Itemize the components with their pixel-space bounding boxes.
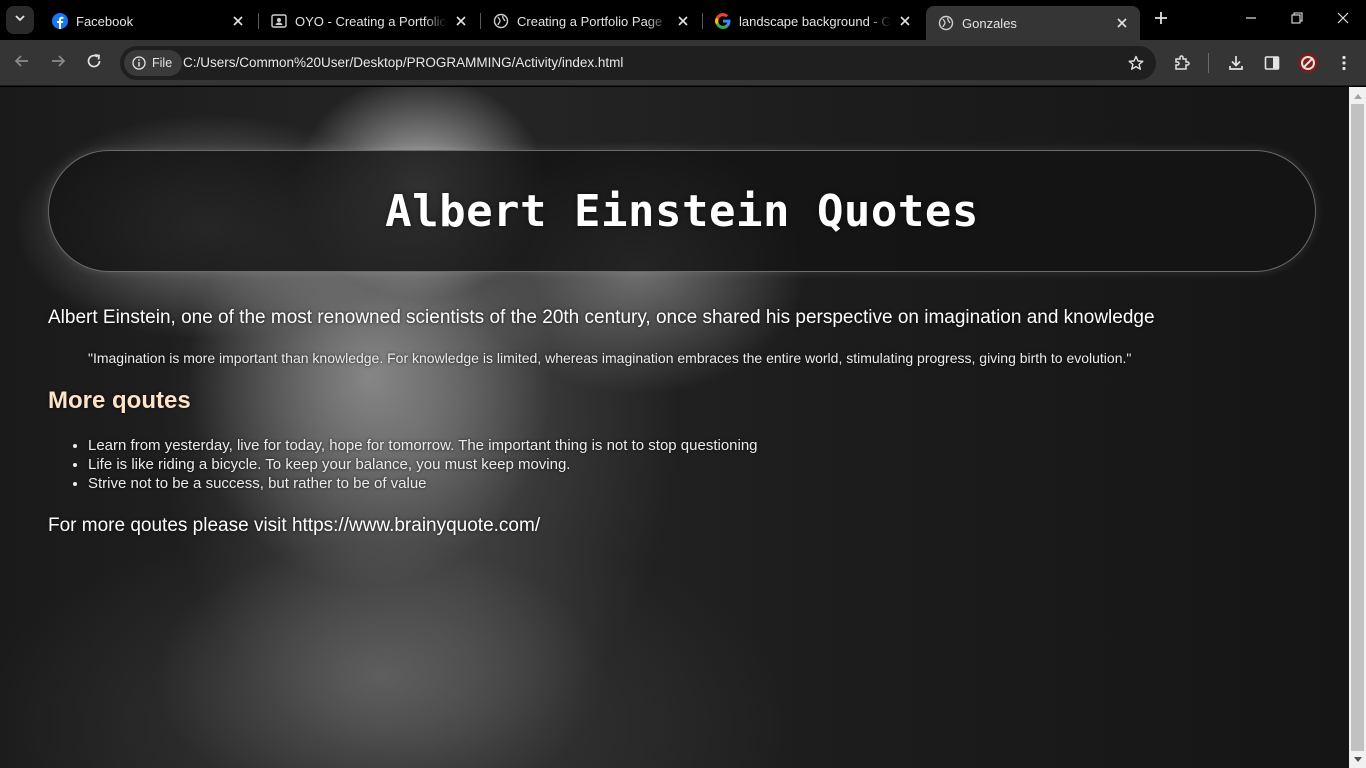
- reload-button[interactable]: [80, 49, 108, 77]
- restore-icon: [1291, 11, 1303, 29]
- scrollbar-thumb[interactable]: [1351, 104, 1364, 751]
- minimize-button[interactable]: [1228, 0, 1274, 40]
- list-item: Strive not to be a success, but rather t…: [88, 474, 758, 493]
- profile-avatar-icon[interactable]: [1296, 51, 1320, 75]
- classroom-icon: [271, 13, 287, 29]
- tab-gonzales[interactable]: Gonzales: [926, 6, 1140, 40]
- arrow-right-icon: [50, 53, 66, 74]
- tab-oyo[interactable]: OYO - Creating a Portfolio Page: [259, 6, 479, 36]
- tab-strip: Facebook OYO - Creating a Portfolio Page…: [0, 0, 1366, 40]
- more-quotes-heading: More qoutes: [48, 387, 191, 414]
- tab-portfolio[interactable]: Creating a Portfolio Page: [481, 6, 701, 36]
- page-viewport: Albert Einstein Quotes Albert Einstein, …: [0, 87, 1349, 768]
- quotes-list: Learn from yesterday, live for today, ho…: [88, 436, 758, 493]
- visit-link-paragraph: For more qoutes please visit https://www…: [48, 515, 541, 536]
- new-tab-button[interactable]: [1148, 7, 1174, 33]
- tab-title: OYO - Creating a Portfolio Page: [295, 13, 447, 29]
- browser-toolbar: File C:/Users/Common%20User/Desktop/PROG…: [0, 40, 1366, 86]
- info-icon: [132, 56, 146, 70]
- forward-button[interactable]: [44, 49, 72, 77]
- toolbar-divider: [1208, 53, 1209, 73]
- close-tab-icon[interactable]: [230, 13, 246, 29]
- extensions-icon[interactable]: [1170, 51, 1194, 75]
- chevron-down-icon: [14, 11, 26, 29]
- vertical-scrollbar[interactable]: [1349, 87, 1366, 768]
- tab-title: Gonzales: [962, 15, 1017, 31]
- list-item: Life is like riding a bicycle. To keep y…: [88, 455, 758, 474]
- page-title: Albert Einstein Quotes: [385, 185, 979, 237]
- close-tab-icon[interactable]: [675, 13, 691, 29]
- globe-icon: [938, 15, 954, 31]
- url-text[interactable]: C:/Users/Common%20User/Desktop/PROGRAMMI…: [183, 55, 623, 70]
- page-heading-box: Albert Einstein Quotes: [48, 150, 1316, 272]
- bookmark-star-icon[interactable]: [1126, 53, 1146, 73]
- scroll-up-arrow[interactable]: [1349, 87, 1366, 104]
- close-window-button[interactable]: [1320, 0, 1366, 40]
- close-tab-icon[interactable]: [1114, 15, 1130, 31]
- site-info-chip[interactable]: File: [124, 50, 183, 76]
- more-menu-icon[interactable]: [1332, 51, 1356, 75]
- back-button[interactable]: [8, 49, 36, 77]
- close-icon: [1337, 11, 1349, 29]
- close-tab-icon[interactable]: [453, 13, 469, 29]
- scroll-down-arrow[interactable]: [1349, 751, 1366, 768]
- close-tab-icon[interactable]: [897, 13, 913, 29]
- chip-label: File: [152, 56, 173, 70]
- arrow-left-icon: [14, 53, 30, 74]
- tab-facebook[interactable]: Facebook: [40, 6, 256, 36]
- intro-paragraph: Albert Einstein, one of the most renowne…: [48, 307, 1155, 328]
- google-icon: [715, 13, 731, 29]
- tab-title: Facebook: [76, 13, 134, 29]
- tab-title: Creating a Portfolio Page: [517, 13, 663, 29]
- address-bar[interactable]: File C:/Users/Common%20User/Desktop/PROG…: [120, 46, 1156, 80]
- download-icon[interactable]: [1224, 51, 1248, 75]
- reload-icon: [86, 53, 102, 74]
- list-item: Learn from yesterday, live for today, ho…: [88, 436, 758, 455]
- globe-icon: [493, 13, 509, 29]
- featured-quote: "Imagination is more important than know…: [88, 350, 1132, 366]
- tab-google-search[interactable]: landscape background - Google Search: [703, 6, 923, 36]
- plus-icon: [1154, 11, 1168, 30]
- minimize-icon: [1245, 11, 1257, 29]
- tab-search-button[interactable]: [6, 6, 34, 34]
- side-panel-icon[interactable]: [1260, 51, 1284, 75]
- tab-title: landscape background - Google Search: [739, 13, 891, 29]
- restore-button[interactable]: [1274, 0, 1320, 40]
- facebook-icon: [52, 13, 68, 29]
